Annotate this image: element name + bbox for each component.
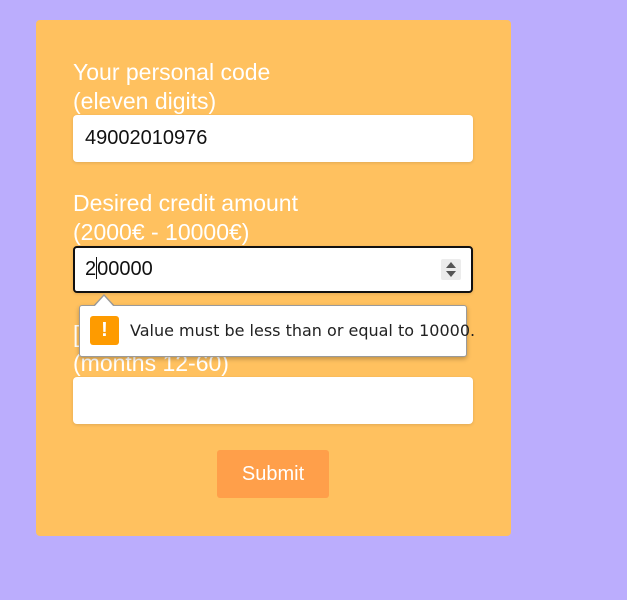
submit-button[interactable]: Submit — [217, 450, 329, 498]
spinner-up-icon[interactable] — [446, 262, 456, 268]
warning-icon: ! — [90, 316, 119, 345]
spinner-down-icon[interactable] — [446, 271, 456, 277]
validation-message: Value must be less than or equal to 1000… — [130, 321, 476, 340]
credit-amount-label: Desired credit amount (2000€ - 10000€) — [73, 190, 298, 245]
period-input[interactable] — [73, 377, 473, 424]
validation-tooltip: ! Value must be less than or equal to 10… — [79, 305, 475, 357]
spinner-icon[interactable] — [441, 259, 461, 280]
personal-code-label: Your personal code (eleven digits) — [73, 59, 271, 114]
credit-form: Your personal code (eleven digits) 49002… — [36, 20, 511, 536]
personal-code-input[interactable]: 49002010976 — [73, 115, 473, 162]
credit-amount-input[interactable]: 200000 — [73, 246, 473, 293]
tooltip-arrow-fill — [94, 296, 114, 307]
